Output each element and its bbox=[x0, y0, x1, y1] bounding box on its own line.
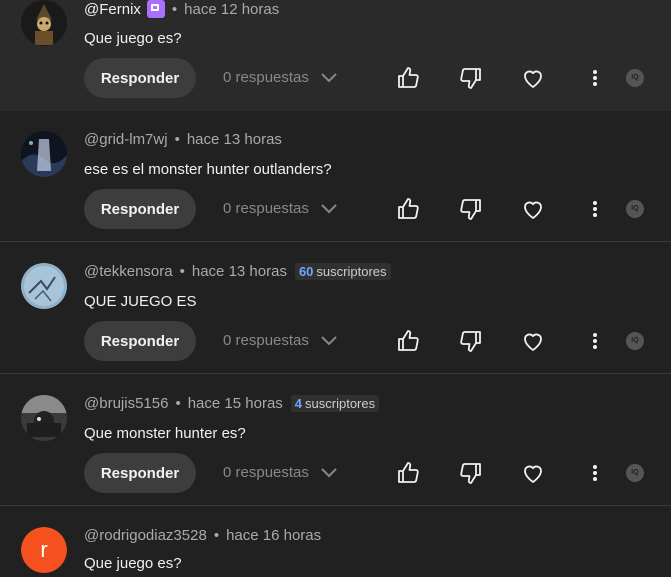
chevron-down-icon bbox=[321, 335, 337, 345]
heart-icon[interactable] bbox=[521, 66, 545, 90]
timestamp[interactable]: hace 16 horas bbox=[226, 527, 321, 544]
divider bbox=[0, 241, 671, 242]
thumbs-down-icon[interactable] bbox=[459, 461, 483, 485]
username[interactable]: @tekkensora bbox=[84, 263, 173, 280]
more-vertical-icon[interactable] bbox=[583, 66, 607, 90]
divider bbox=[0, 505, 671, 506]
extension-icon[interactable]: IQ bbox=[626, 332, 644, 350]
comment-item: @tekkensora • hace 13 horas 60 suscriptor… bbox=[0, 243, 671, 374]
replies-toggle[interactable]: 0 respuestas bbox=[223, 69, 337, 86]
replies-toggle[interactable]: 0 respuestas bbox=[223, 464, 337, 481]
timestamp[interactable]: hace 13 horas bbox=[192, 263, 287, 280]
thumbs-down-icon[interactable] bbox=[459, 66, 483, 90]
chevron-down-icon bbox=[321, 467, 337, 477]
timestamp[interactable]: hace 13 horas bbox=[187, 131, 282, 148]
comment-meta: @rodrigodiaz3528 • hace 16 horas bbox=[84, 527, 322, 544]
avatar[interactable] bbox=[21, 395, 67, 441]
subscriber-badge: 4 suscriptores bbox=[290, 395, 380, 412]
extension-icon[interactable]: IQ bbox=[626, 464, 644, 482]
more-vertical-icon[interactable] bbox=[583, 461, 607, 485]
thumbs-down-icon[interactable] bbox=[459, 329, 483, 353]
replies-toggle[interactable]: 0 respuestas bbox=[223, 332, 337, 349]
comment-text: Que juego es? bbox=[84, 30, 182, 47]
chevron-down-icon bbox=[321, 72, 337, 82]
heart-icon[interactable] bbox=[521, 197, 545, 221]
chevron-down-icon bbox=[321, 203, 337, 213]
comment-item: @grid-lm7wj • hace 13 horas ese es el mo… bbox=[0, 111, 671, 242]
comment-item: @brujis5156 • hace 15 horas 4 suscriptore… bbox=[0, 375, 671, 506]
heart-icon[interactable] bbox=[521, 329, 545, 353]
comment-text: QUE JUEGO ES bbox=[84, 293, 197, 310]
reply-button[interactable]: Responder bbox=[84, 58, 196, 98]
thumbs-up-icon[interactable] bbox=[396, 461, 420, 485]
avatar[interactable] bbox=[21, 263, 67, 309]
comment-meta: @grid-lm7wj • hace 13 horas bbox=[84, 131, 282, 148]
comment-meta: @brujis5156 • hace 15 horas 4 suscriptore… bbox=[84, 395, 380, 412]
more-vertical-icon[interactable] bbox=[583, 197, 607, 221]
thumbs-up-icon[interactable] bbox=[396, 329, 420, 353]
reply-button[interactable]: Responder bbox=[84, 453, 196, 493]
extension-icon[interactable]: IQ bbox=[626, 69, 644, 87]
divider bbox=[0, 373, 671, 374]
comment-meta: @tekkensora • hace 13 horas 60 suscriptor… bbox=[84, 263, 391, 280]
username[interactable]: @brujis5156 bbox=[84, 395, 168, 412]
timestamp[interactable]: hace 15 horas bbox=[188, 395, 283, 412]
replies-toggle[interactable]: 0 respuestas bbox=[223, 200, 337, 217]
comment-item: r @rodrigodiaz3528 • hace 16 horas Que j… bbox=[0, 507, 671, 577]
twitch-badge-icon bbox=[146, 0, 165, 18]
reply-button[interactable]: Responder bbox=[84, 189, 196, 229]
thumbs-up-icon[interactable] bbox=[396, 66, 420, 90]
avatar[interactable]: r bbox=[21, 527, 67, 573]
comment-item: @Fernix • hace 12 horas Que juego es? Re… bbox=[0, 0, 671, 111]
reply-button[interactable]: Responder bbox=[84, 321, 196, 361]
thumbs-down-icon[interactable] bbox=[459, 197, 483, 221]
avatar[interactable] bbox=[21, 0, 67, 46]
avatar[interactable] bbox=[21, 131, 67, 177]
username[interactable]: @rodrigodiaz3528 bbox=[84, 527, 207, 544]
comment-text: ese es el monster hunter outlanders? bbox=[84, 161, 332, 178]
extension-icon[interactable]: IQ bbox=[626, 200, 644, 218]
more-vertical-icon[interactable] bbox=[583, 329, 607, 353]
comment-text: Que juego es? bbox=[84, 555, 182, 572]
thumbs-up-icon[interactable] bbox=[396, 197, 420, 221]
heart-icon[interactable] bbox=[521, 461, 545, 485]
comment-meta: @Fernix • hace 12 horas bbox=[84, 0, 280, 18]
username[interactable]: @Fernix bbox=[84, 1, 141, 18]
subscriber-badge: 60 suscriptores bbox=[294, 263, 391, 280]
comment-text: Que monster hunter es? bbox=[84, 425, 246, 442]
timestamp[interactable]: hace 12 horas bbox=[184, 1, 279, 18]
username[interactable]: @grid-lm7wj bbox=[84, 131, 168, 148]
